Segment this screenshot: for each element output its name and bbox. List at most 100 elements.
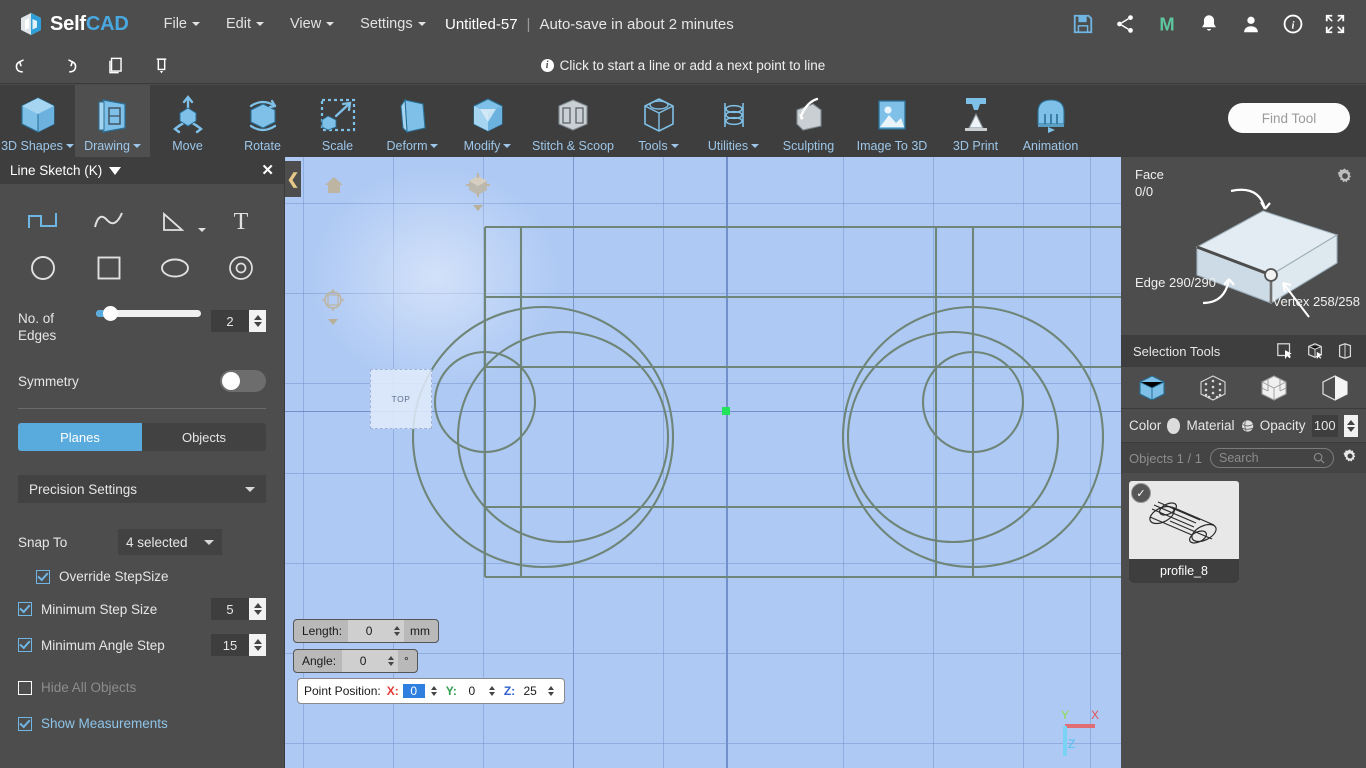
top-plane-chip[interactable]: TOP [370, 369, 432, 429]
hide-all-objects-row[interactable]: Hide All Objects [0, 680, 284, 695]
object-selected-checkmark[interactable]: ✓ [1131, 483, 1151, 503]
ribbon-deform[interactable]: Deform [375, 85, 450, 157]
ribbon-3d-shapes[interactable]: 3D Shapes [0, 85, 75, 157]
3d-viewport[interactable]: TOP ❮ ❯ Length: 0 mm Angle: 0 ° [285, 157, 1121, 768]
angle-value[interactable]: 0 [342, 650, 385, 672]
x-stepper[interactable] [428, 681, 441, 701]
color-swatch[interactable] [1167, 417, 1181, 434]
redo-button[interactable] [46, 48, 92, 84]
ribbon-animation[interactable]: Animation [1013, 85, 1088, 157]
ribbon-sculpting[interactable]: Sculpting [771, 85, 846, 157]
tab-planes[interactable]: Planes [18, 423, 142, 451]
min-angle-step-checkbox[interactable] [18, 638, 32, 652]
opacity-value[interactable]: 100 [1311, 414, 1338, 437]
ribbon-image-to-3d[interactable]: Image To 3D [846, 85, 938, 157]
home-view-button[interactable] [323, 175, 345, 200]
notifications-bell-icon[interactable] [1198, 13, 1220, 35]
menu-edit[interactable]: Edit [213, 10, 277, 38]
material-icon[interactable] [1241, 418, 1254, 434]
opacity-stepper[interactable] [1343, 414, 1358, 437]
close-panel-button[interactable]: ✕ [261, 163, 274, 178]
ribbon-utilities[interactable]: Utilities [696, 85, 771, 157]
freehand-tool[interactable] [142, 198, 208, 242]
edges-stepper[interactable] [249, 310, 266, 332]
chevron-down-icon[interactable] [198, 228, 206, 232]
undo-button[interactable] [0, 48, 46, 84]
y-stepper[interactable] [486, 681, 499, 701]
min-step-size-value[interactable]: 5 [211, 598, 249, 620]
point-position-group[interactable]: Point Position: X: 0 Y: 0 Z: 25 [297, 678, 566, 704]
symmetry-toggle[interactable] [220, 370, 266, 392]
ribbon-stitch-scoop[interactable]: Stitch & Scoop [525, 85, 621, 157]
menu-view[interactable]: View [277, 10, 347, 38]
lasso-select-icon[interactable] [1336, 342, 1354, 360]
text-tool[interactable]: T [208, 198, 274, 242]
user-account-icon[interactable] [1240, 13, 1262, 35]
selfcad-logo[interactable]: SelfCAD [18, 11, 129, 37]
face-mode-button[interactable] [1244, 374, 1305, 402]
snap-to-dropdown[interactable]: 4 selected [118, 529, 222, 555]
precision-settings-dropdown[interactable]: Precision Settings [18, 475, 266, 503]
tab-objects[interactable]: Objects [142, 423, 266, 451]
length-value[interactable]: 0 [348, 620, 391, 642]
angle-field-group[interactable]: Angle: 0 ° [293, 649, 418, 673]
ring-tool[interactable] [208, 246, 274, 290]
min-angle-step-row[interactable]: Minimum Angle Step 15 [0, 634, 284, 656]
y-position-input[interactable]: 0 [461, 684, 483, 698]
min-step-size-stepper[interactable] [249, 598, 266, 620]
collapse-left-panel-button[interactable]: ❮ [285, 161, 301, 197]
object-mode-button[interactable] [1121, 374, 1182, 402]
length-stepper[interactable] [390, 620, 405, 642]
objects-search-input[interactable]: Search [1209, 448, 1334, 468]
ribbon-move[interactable]: Move [150, 85, 225, 157]
ribbon-tools[interactable]: Tools [621, 85, 696, 157]
ribbon-3d-print[interactable]: 3D Print [938, 85, 1013, 157]
info-icon[interactable]: i [1282, 13, 1304, 35]
rectangle-tool[interactable] [76, 246, 142, 290]
hide-all-objects-checkbox[interactable] [18, 680, 32, 695]
menu-file[interactable]: File [151, 10, 213, 38]
m-logo-icon[interactable]: M [1156, 13, 1178, 35]
z-stepper[interactable] [544, 681, 557, 701]
slider-handle[interactable] [103, 306, 118, 321]
min-angle-step-value[interactable]: 15 [211, 634, 249, 656]
ribbon-scale[interactable]: Scale [300, 85, 375, 157]
find-tool-input[interactable]: Find Tool [1228, 103, 1350, 133]
rect-select-icon[interactable] [1276, 342, 1294, 360]
polyline-tool[interactable] [10, 198, 76, 242]
ribbon-rotate[interactable]: Rotate [225, 85, 300, 157]
ribbon-drawing[interactable]: Drawing [75, 85, 150, 157]
camera-target-button[interactable] [322, 289, 344, 325]
curve-tool[interactable] [76, 198, 142, 242]
save-icon[interactable] [1072, 13, 1094, 35]
min-step-size-checkbox[interactable] [18, 602, 32, 616]
min-step-size-row[interactable]: Minimum Step Size 5 [0, 598, 284, 620]
delete-button[interactable] [138, 48, 184, 84]
menu-settings[interactable]: Settings [347, 10, 438, 38]
x-position-input[interactable]: 0 [402, 684, 425, 698]
triangle-down-icon[interactable] [473, 205, 483, 211]
vertex-mode-button[interactable] [1182, 374, 1243, 402]
objects-settings-button[interactable] [1342, 448, 1358, 469]
left-panel-title-group[interactable]: Line Sketch (K) [10, 163, 122, 178]
edge-mode-button[interactable] [1305, 374, 1366, 402]
fullscreen-icon[interactable] [1324, 13, 1346, 35]
box-select-icon[interactable] [1306, 342, 1324, 360]
copy-button[interactable] [92, 48, 138, 84]
document-title[interactable]: Untitled-57 [445, 16, 518, 33]
ribbon-modify[interactable]: Modify [450, 85, 525, 157]
length-field-group[interactable]: Length: 0 mm [293, 619, 440, 643]
show-measurements-checkbox[interactable] [18, 716, 32, 731]
z-position-input[interactable]: 25 [519, 684, 541, 698]
override-stepsize-checkbox[interactable] [36, 569, 50, 584]
angle-stepper[interactable] [384, 650, 399, 672]
show-measurements-row[interactable]: Show Measurements [0, 716, 284, 731]
triangle-down-icon[interactable] [328, 319, 338, 325]
view-cube-button[interactable] [465, 173, 491, 211]
circle-tool[interactable] [10, 246, 76, 290]
share-icon[interactable] [1114, 13, 1136, 35]
edges-value[interactable]: 2 [211, 310, 249, 332]
min-angle-step-stepper[interactable] [249, 634, 266, 656]
edges-slider[interactable] [96, 306, 201, 321]
ellipse-tool[interactable] [142, 246, 208, 290]
